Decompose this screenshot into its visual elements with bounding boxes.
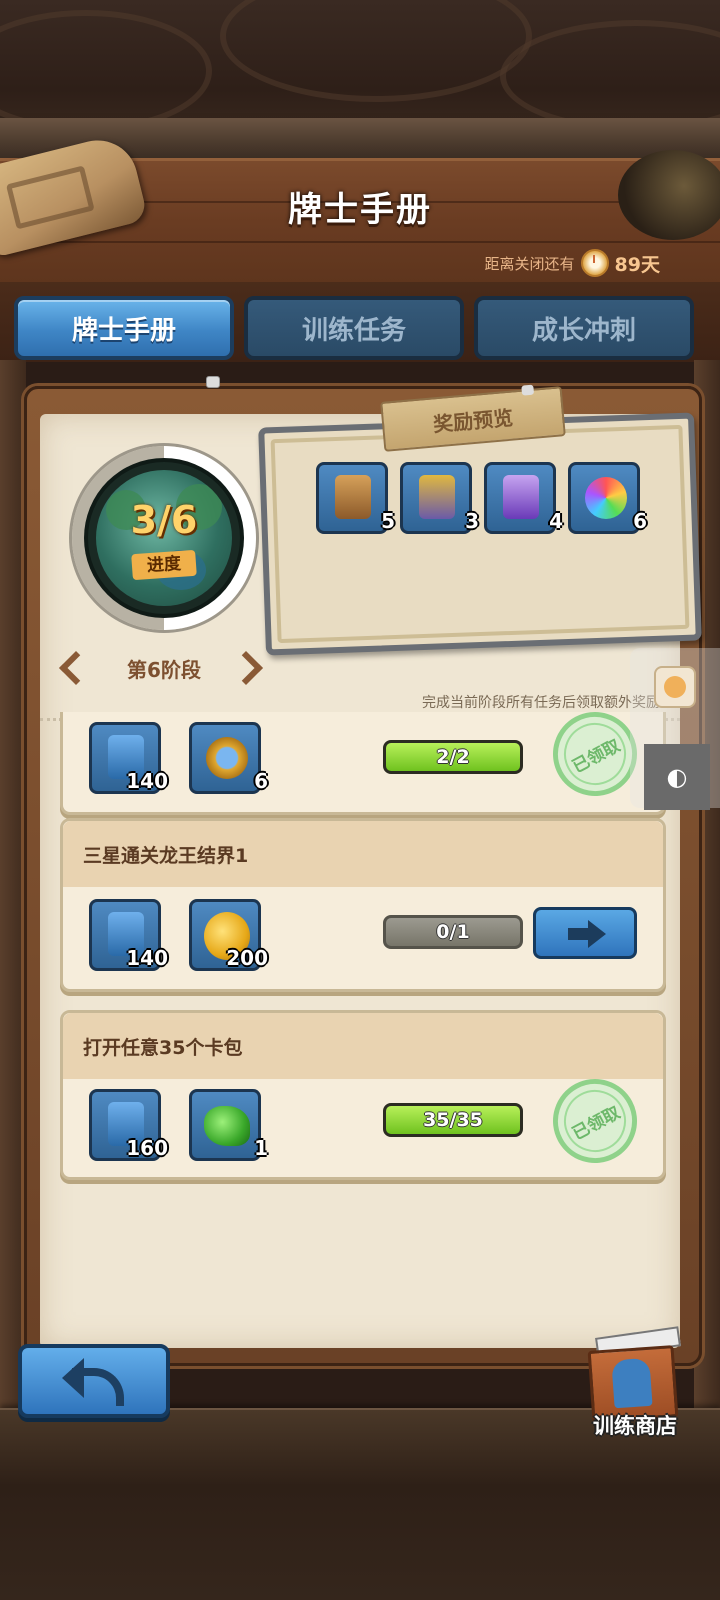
item-qty: 160 (126, 1136, 168, 1160)
task-progress-bar: 35/35 (383, 1103, 523, 1137)
item-qty: 4 (549, 509, 563, 533)
reward-item[interactable]: 4 (484, 462, 563, 534)
progress-count: 3/6 (130, 498, 198, 542)
reward-item[interactable]: 200 (189, 899, 268, 971)
task-name: 打开任意35个卡包 (83, 1037, 243, 1059)
claimed-stamp: 已领取 (538, 1064, 652, 1178)
arrow-right-icon (568, 928, 590, 940)
item-qty: 6 (254, 769, 268, 793)
item-qty: 140 (126, 946, 168, 970)
reward-item[interactable]: 5 (316, 462, 395, 534)
left-wood-border (0, 360, 26, 1410)
task-progress-bar: 0/1 (383, 915, 523, 949)
training-shop-label[interactable]: 训练商店 (570, 1410, 700, 1440)
item-qty: 200 (226, 946, 268, 970)
tab-growth-sprint[interactable]: 成长冲刺 (474, 296, 694, 360)
crystal-coin-icon (206, 737, 248, 779)
reward-item[interactable]: 6 (568, 462, 647, 534)
page-title: 牌士手册 (288, 190, 432, 230)
green-gem-icon (204, 1106, 250, 1146)
countdown-days: 89天 (614, 253, 660, 276)
theme-toggle-button[interactable]: ◐ (644, 744, 710, 810)
brown-card-pack-icon (335, 475, 371, 519)
item-qty: 6 (633, 509, 647, 533)
item-qty: 140 (126, 769, 168, 793)
task-card: 打开任意35个卡包 160 1 35/35 已领取 (60, 1010, 666, 1180)
stage-selector: 第6阶段 (56, 650, 272, 686)
reward-item[interactable]: 140 (89, 899, 168, 971)
blue-card-pack-icon (419, 475, 455, 519)
go-button[interactable] (533, 907, 637, 959)
task-progress-bar: 2/2 (383, 740, 523, 774)
purple-card-pack-icon (503, 475, 539, 519)
reward-item[interactable]: 6 (189, 722, 268, 794)
stage-bonus-hint: 完成当前阶段所有任务后领取额外奖励 (422, 695, 660, 711)
task-card: 三星通关龙王结界1 140 200 0/1 (60, 818, 666, 992)
reward-item[interactable]: 140 (89, 722, 168, 794)
progress-label: 进度 (131, 549, 197, 581)
pin-icon (206, 376, 220, 388)
tab-handbook[interactable]: 牌士手册 (14, 296, 234, 360)
reward-preview-board (258, 412, 702, 656)
task-name: 三星通关龙王结界1 (83, 845, 249, 867)
task-card: 140 6 2/2 已领取 (60, 697, 666, 815)
reward-item[interactable]: 3 (400, 462, 479, 534)
reward-item[interactable]: 160 (89, 1089, 168, 1161)
coin-icon (664, 676, 686, 698)
reward-item[interactable]: 1 (189, 1089, 268, 1161)
back-button[interactable] (18, 1344, 170, 1418)
item-qty: 1 (254, 1136, 268, 1160)
close-countdown: 距离关闭还有 89天 (485, 248, 660, 278)
rainbow-crystal-icon (585, 477, 627, 519)
item-qty: 3 (465, 509, 479, 533)
tab-training-tasks[interactable]: 训练任务 (244, 296, 464, 360)
item-qty: 5 (381, 509, 395, 533)
floating-chat-button[interactable] (654, 666, 696, 708)
clock-icon (580, 249, 609, 277)
countdown-label: 距离关闭还有 (484, 254, 575, 273)
arrow-right-icon-head (588, 920, 606, 948)
back-arrow-icon-arc (72, 1368, 124, 1406)
